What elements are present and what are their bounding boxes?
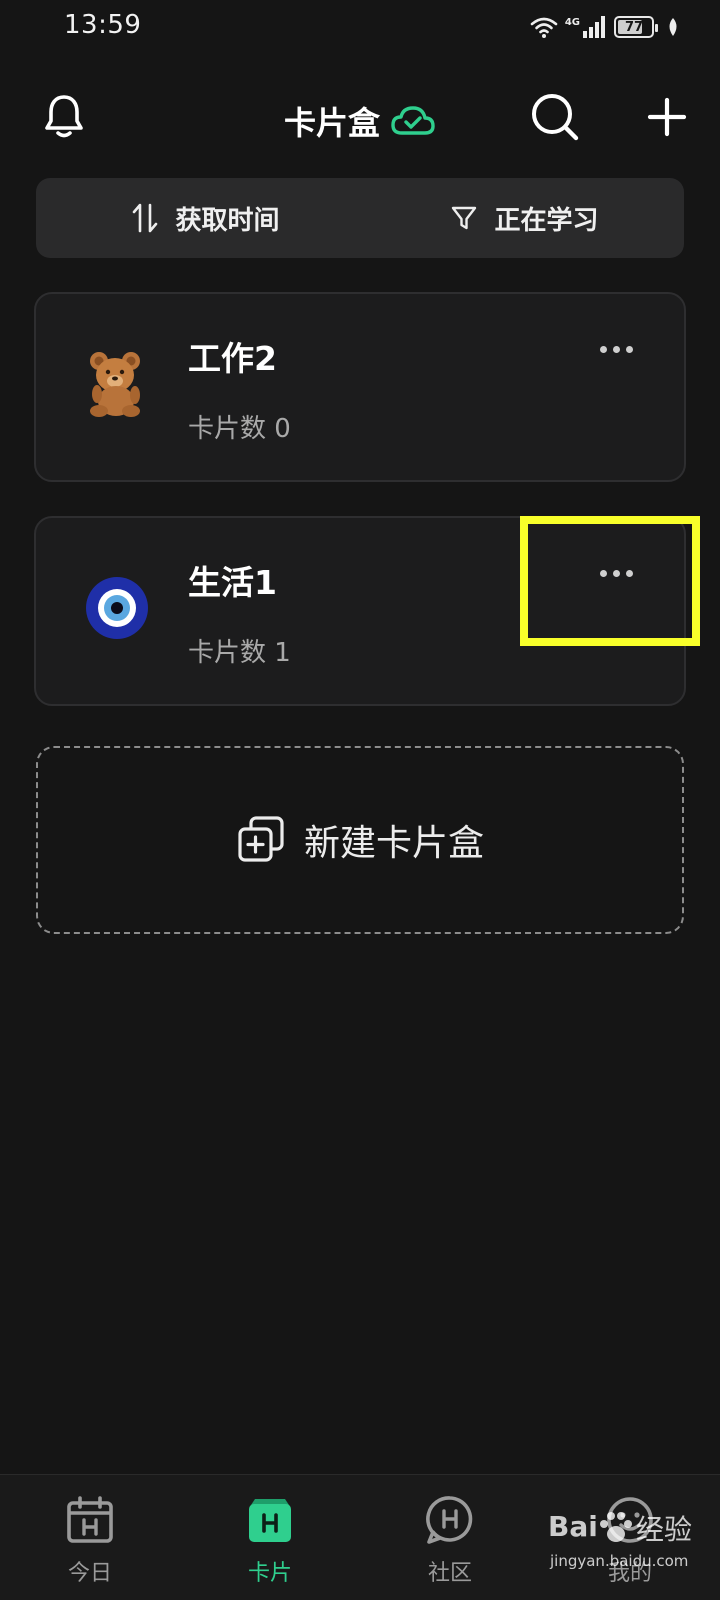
evil-eye-icon [82, 570, 152, 646]
sort-label: 获取时间 [175, 205, 280, 236]
nav-item-cards[interactable]: 卡片 [180, 1475, 360, 1600]
nav-item-community[interactable]: 社区 [360, 1475, 540, 1600]
more-options-button[interactable] [592, 334, 640, 364]
search-button[interactable] [528, 90, 582, 144]
nav-label-cards: 卡片 [247, 1561, 292, 1586]
watermark: Bai 经验 jingyan.baidu.com [548, 1508, 718, 1594]
deck-count: 卡片数 0 [188, 414, 291, 444]
leaf-icon [669, 18, 677, 36]
battery-icon: 77 [614, 16, 658, 38]
deck-name: 工作2 [188, 339, 277, 378]
signal-icon [583, 16, 605, 38]
teddy-bear-icon [82, 346, 152, 422]
card-box-h-icon [249, 1499, 291, 1542]
nav-label-today: 今日 [67, 1561, 112, 1586]
cloud-check-icon[interactable] [390, 105, 436, 137]
highlight-box [520, 516, 700, 646]
paw-icon [600, 1512, 632, 1542]
calendar-h-icon [67, 1496, 113, 1543]
add-deck-icon [238, 816, 284, 862]
page-title: 卡片盒 [283, 104, 380, 142]
watermark-url: jingyan.baidu.com [550, 1552, 689, 1570]
deck-name: 生活1 [188, 563, 277, 602]
status-icons: 4G 77 [529, 12, 680, 42]
search-icon [532, 94, 579, 141]
app-screen: 13:59 4G 77 卡片盒 获取时间 正在学习 工作2 卡片数 0 生活1 … [0, 0, 720, 1600]
nav-label-community: 社区 [427, 1561, 472, 1586]
new-deck-button[interactable]: 新建卡片盒 [36, 746, 684, 934]
wifi-icon [530, 17, 558, 38]
plus-icon [647, 97, 687, 137]
filter-label: 正在学习 [494, 205, 599, 236]
title-group: 卡片盒 [0, 98, 720, 144]
chat-h-icon [426, 1496, 473, 1544]
sort-icon [133, 203, 158, 233]
header: 卡片盒 [0, 82, 720, 152]
filter-button[interactable]: 正在学习 [365, 178, 684, 258]
deck-count: 卡片数 1 [188, 638, 291, 668]
battery-percent: 77 [624, 19, 644, 35]
more-icon-dot [625, 345, 633, 353]
deck-card-work[interactable]: 工作2 卡片数 0 [34, 292, 686, 482]
network-type: 4G [564, 16, 580, 28]
more-icon-dot [599, 345, 607, 353]
status-bar: 13:59 4G 77 [0, 0, 720, 56]
status-time: 13:59 [64, 10, 142, 40]
watermark-brand: Bai [548, 1510, 598, 1543]
sort-button[interactable]: 获取时间 [36, 178, 365, 258]
watermark-brand-cn: 经验 [636, 1513, 693, 1546]
filter-bar: 获取时间 正在学习 [36, 178, 684, 258]
nav-item-today[interactable]: 今日 [0, 1475, 180, 1600]
new-deck-label: 新建卡片盒 [303, 823, 484, 864]
filter-icon [452, 206, 477, 230]
add-button[interactable] [640, 90, 694, 144]
more-icon-dot [612, 345, 620, 353]
